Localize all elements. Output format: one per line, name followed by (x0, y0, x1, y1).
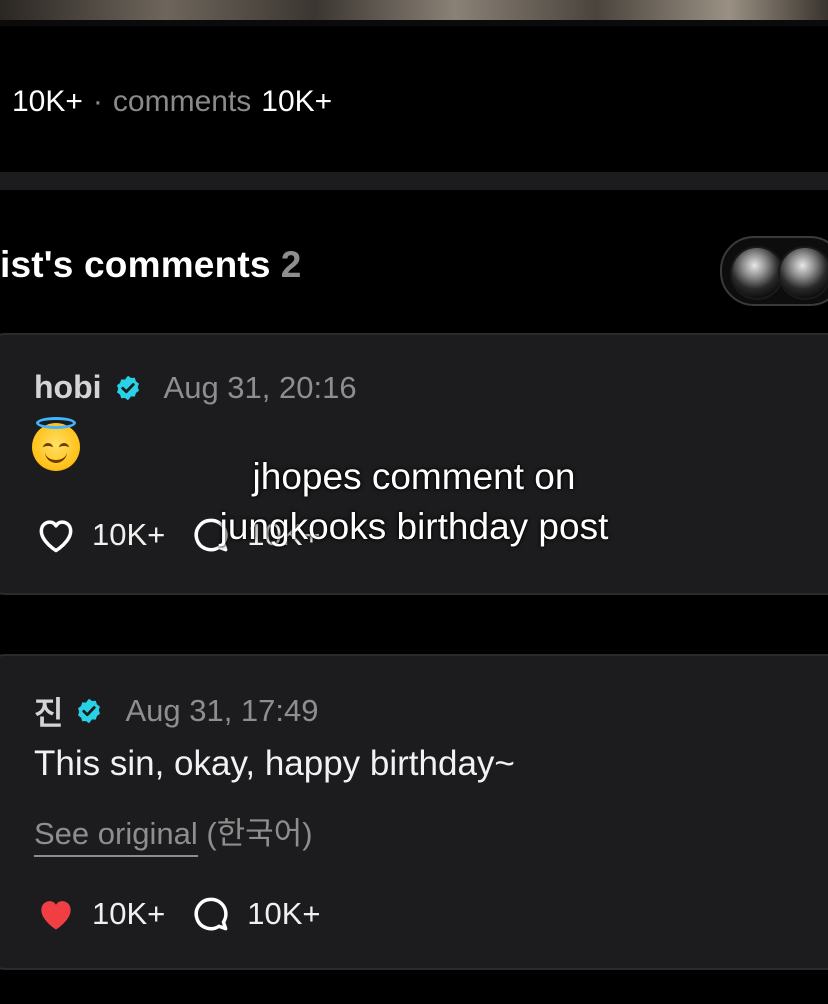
reply-count: 10K+ (247, 896, 321, 931)
stats-separator: · (92, 85, 103, 118)
verified-badge-icon (78, 698, 101, 724)
likes-count: 10K+ (12, 85, 83, 118)
comment-actions: 10K+ 10K+ (34, 892, 321, 936)
post-stats: 10K+ · comments 10K+ (12, 82, 332, 122)
artist-avatars[interactable] (720, 236, 828, 306)
comments-label[interactable]: comments (113, 85, 251, 119)
comment-time: Aug 31, 20:16 (163, 369, 357, 405)
avatar[interactable] (730, 246, 784, 300)
post-image-strip (0, 0, 828, 26)
comment-card[interactable]: 진 Aug 31, 17:49 This sin, okay, happy bi… (0, 654, 828, 970)
reply-bubble-icon[interactable] (189, 892, 233, 936)
caption-line-1: jhopes comment on (252, 456, 576, 497)
comment-time: Aug 31, 17:49 (125, 693, 319, 728)
translation-row: See original (한국어) (34, 808, 313, 857)
comment-text: This sin, okay, happy birthday~ (34, 744, 515, 783)
comment-header: hobi Aug 31, 20:16 (34, 369, 357, 406)
video-caption-overlay: jhopes comment on jungkooks birthday pos… (0, 452, 828, 552)
like-count: 10K+ (92, 896, 166, 931)
verified-badge-icon (116, 375, 139, 400)
section-count: 2 (280, 244, 302, 285)
caption-line-2: jungkooks birthday post (219, 506, 609, 547)
section-divider (0, 172, 828, 190)
comments-count[interactable]: 10K+ (261, 85, 332, 119)
see-original-link[interactable]: See original (34, 816, 198, 857)
comment-header: 진 Aug 31, 17:49 (34, 688, 319, 734)
section-title-text: ist's comments (0, 244, 271, 285)
artist-comments-heading: ist's comments 2 (0, 244, 301, 286)
original-language: (한국어) (206, 816, 313, 851)
heart-filled-icon[interactable] (34, 892, 78, 936)
comment-author[interactable]: hobi (34, 369, 102, 406)
avatar[interactable] (778, 246, 828, 300)
comment-author[interactable]: 진 (34, 688, 63, 734)
